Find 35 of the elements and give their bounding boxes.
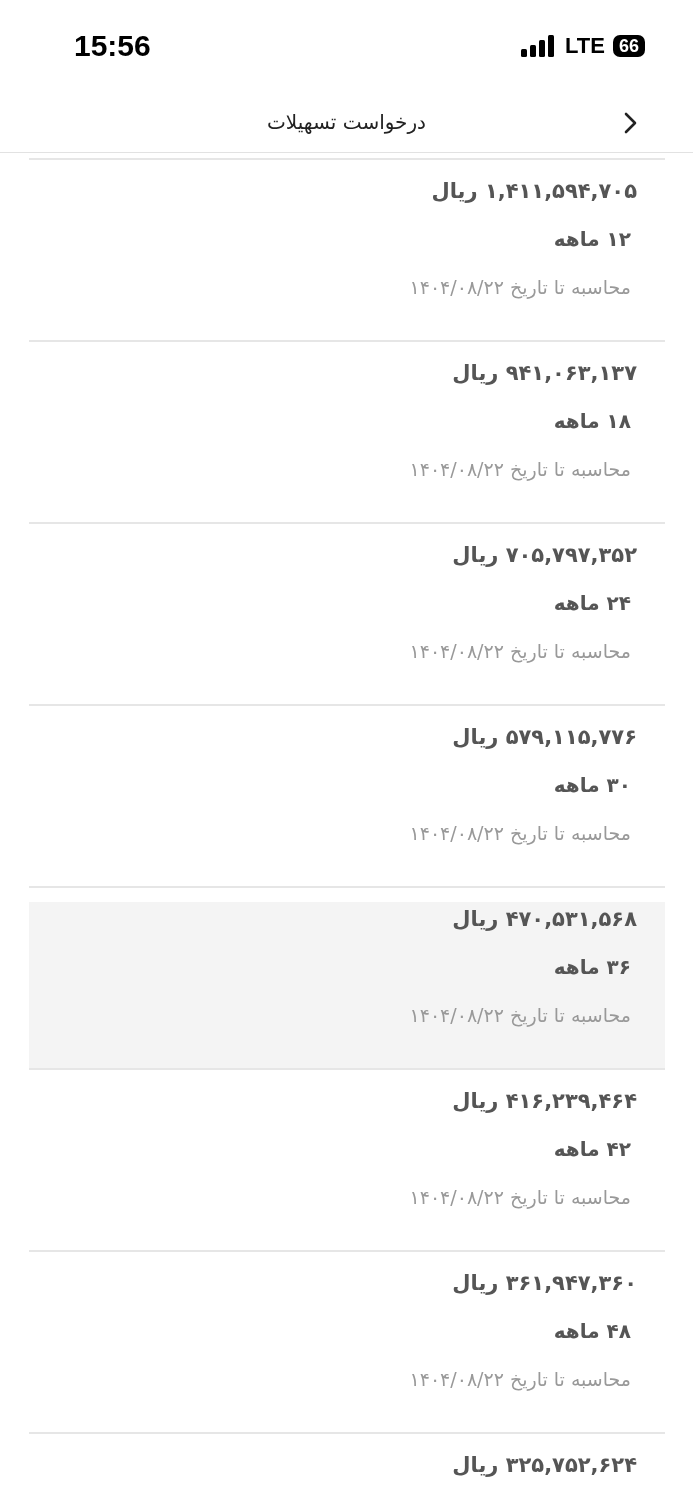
term-text: ۳۶ ماهه — [553, 954, 632, 981]
amount-text: ۹۴۱,۰۶۳,۱۳۷ ریال — [452, 360, 637, 387]
status-time: 15:56 — [74, 29, 151, 63]
date-note: محاسبه تا تاریخ ۱۴۰۴/۰۸/۲۲ — [409, 821, 632, 847]
date-note: محاسبه تا تاریخ ۱۴۰۴/۰۸/۲۲ — [409, 275, 632, 301]
amount-text: ۷۰۵,۷۹۷,۳۵۲ ریال — [452, 542, 637, 569]
page-title: درخواست تسهیلات — [267, 110, 426, 134]
amount-text: ۴۱۶,۲۳۹,۴۶۴ ریال — [452, 1088, 637, 1115]
date-note: محاسبه تا تاریخ ۱۴۰۴/۰۸/۲۲ — [409, 1003, 632, 1029]
list-row[interactable]: ۳۲۵,۷۵۲,۶۲۴ ریال — [29, 1434, 665, 1500]
amount-text: ۳۶۱,۹۴۷,۳۶۰ ریال — [452, 1270, 637, 1297]
list-row[interactable]: ۵۷۹,۱۱۵,۷۷۶ ریال ۳۰ ماهه محاسبه تا تاریخ ۱۴۰۴/۰۸/۲۲ — [29, 706, 665, 888]
list-row[interactable]: ۹۴۱,۰۶۳,۱۳۷ ریال ۱۸ ماهه محاسبه تا تاریخ ۱۴۰۴/۰۸/۲۲ — [29, 342, 665, 524]
list-row[interactable]: ۳۶۱,۹۴۷,۳۶۰ ریال ۴۸ ماهه محاسبه تا تاریخ ۱۴۰۴/۰۸/۲۲ — [29, 1252, 665, 1434]
term-text: ۱۲ ماهه — [553, 226, 632, 253]
amount-text: ۱,۴۱۱,۵۹۴,۷۰۵ ریال — [431, 178, 637, 205]
date-note: محاسبه تا تاریخ ۱۴۰۴/۰۸/۲۲ — [409, 1367, 632, 1393]
chevron-icon[interactable] — [623, 112, 637, 134]
date-note: محاسبه تا تاریخ ۱۴۰۴/۰۸/۲۲ — [409, 457, 632, 483]
network-label: LTE — [565, 33, 605, 59]
amount-text: ۴۷۰,۵۳۱,۵۶۸ ریال — [452, 906, 637, 933]
list-row[interactable]: ۱,۴۱۱,۵۹۴,۷۰۵ ریال ۱۲ ماهه محاسبه تا تاریخ ۱۴۰۴/۰۸/۲۲ — [29, 160, 665, 342]
date-note: محاسبه تا تاریخ ۱۴۰۴/۰۸/۲۲ — [409, 1185, 632, 1211]
term-text: ۴۸ ماهه — [553, 1318, 632, 1345]
list-row[interactable]: ۷۰۵,۷۹۷,۳۵۲ ریال ۲۴ ماهه محاسبه تا تاریخ ۱۴۰۴/۰۸/۲۲ — [29, 524, 665, 706]
selected-row[interactable]: ۴۷۰,۵۳۱,۵۶۸ ریال ۳۶ ماهه محاسبه تا تاریخ ۱۴۰۴/۰۸/۲۲ — [29, 902, 665, 1070]
amount-text: ۳۲۵,۷۵۲,۶۲۴ ریال — [452, 1452, 637, 1479]
term-text: ۳۰ ماهه — [553, 772, 632, 799]
term-text: ۴۲ ماهه — [553, 1136, 632, 1163]
term-text: ۱۸ ماهه — [553, 408, 632, 435]
term-text: ۲۴ ماهه — [553, 590, 632, 617]
battery-indicator: 66 — [612, 35, 645, 57]
amount-text: ۵۷۹,۱۱۵,۷۷۶ ریال — [452, 724, 637, 751]
date-note: محاسبه تا تاریخ ۱۴۰۴/۰۸/۲۲ — [409, 639, 632, 665]
list-row[interactable]: ۴۱۶,۲۳۹,۴۶۴ ریال ۴۲ ماهه محاسبه تا تاریخ ۱۴۰۴/۰۸/۲۲ — [29, 1070, 665, 1252]
